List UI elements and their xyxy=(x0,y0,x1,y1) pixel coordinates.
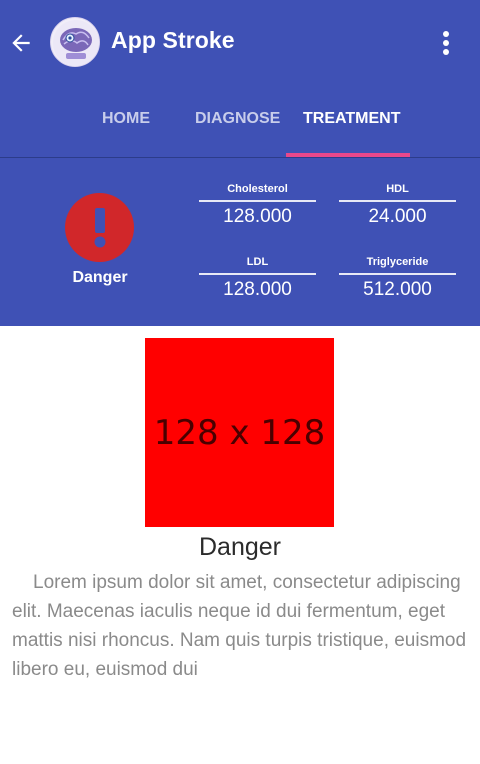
divider xyxy=(199,200,316,202)
tab-home[interactable]: HOME xyxy=(102,110,150,128)
back-button[interactable] xyxy=(4,26,38,60)
divider xyxy=(199,273,316,275)
metric-triglyceride: Triglyceride 512.000 xyxy=(339,255,456,301)
metric-label: HDL xyxy=(386,183,409,195)
overflow-menu-button[interactable] xyxy=(428,24,464,62)
metric-hdl: HDL 24.000 xyxy=(339,182,456,228)
divider xyxy=(339,200,456,202)
metric-value: 128.000 xyxy=(223,279,292,300)
status-label: Danger xyxy=(72,269,128,286)
image-placeholder: 128 x 128 xyxy=(145,338,334,527)
stats-panel: Danger Cholesterol 128.000 HDL 24.000 LD… xyxy=(0,158,480,326)
tab-treatment[interactable]: TREATMENT xyxy=(303,110,400,128)
status-indicator xyxy=(65,193,134,262)
app-bar: App Stroke xyxy=(0,0,480,86)
brain-logo-icon xyxy=(53,20,99,66)
placeholder-text: 128 x 128 xyxy=(153,412,326,453)
metric-label: LDL xyxy=(246,256,269,268)
metric-value: 512.000 xyxy=(363,279,432,300)
metric-cholesterol: Cholesterol 128.000 xyxy=(199,182,316,228)
app-title: App Stroke xyxy=(111,27,235,53)
app-logo xyxy=(50,17,100,67)
metric-value: 128.000 xyxy=(223,206,292,227)
divider xyxy=(339,273,456,275)
metric-label: Cholesterol xyxy=(227,183,288,195)
content-body: Lorem ipsum dolor sit amet, consectetur … xyxy=(12,572,467,680)
alert-icon xyxy=(94,207,105,247)
tab-diagnose[interactable]: DIAGNOSE xyxy=(195,110,280,128)
metric-label: Triglyceride xyxy=(366,256,429,268)
arrow-left-icon xyxy=(12,34,30,52)
content-title: Danger xyxy=(199,533,281,561)
more-vert-icon xyxy=(443,31,449,55)
tab-bar: HOME DIAGNOSE TREATMENT xyxy=(0,86,480,158)
metric-value: 24.000 xyxy=(368,206,427,227)
metric-ldl: LDL 128.000 xyxy=(199,255,316,301)
